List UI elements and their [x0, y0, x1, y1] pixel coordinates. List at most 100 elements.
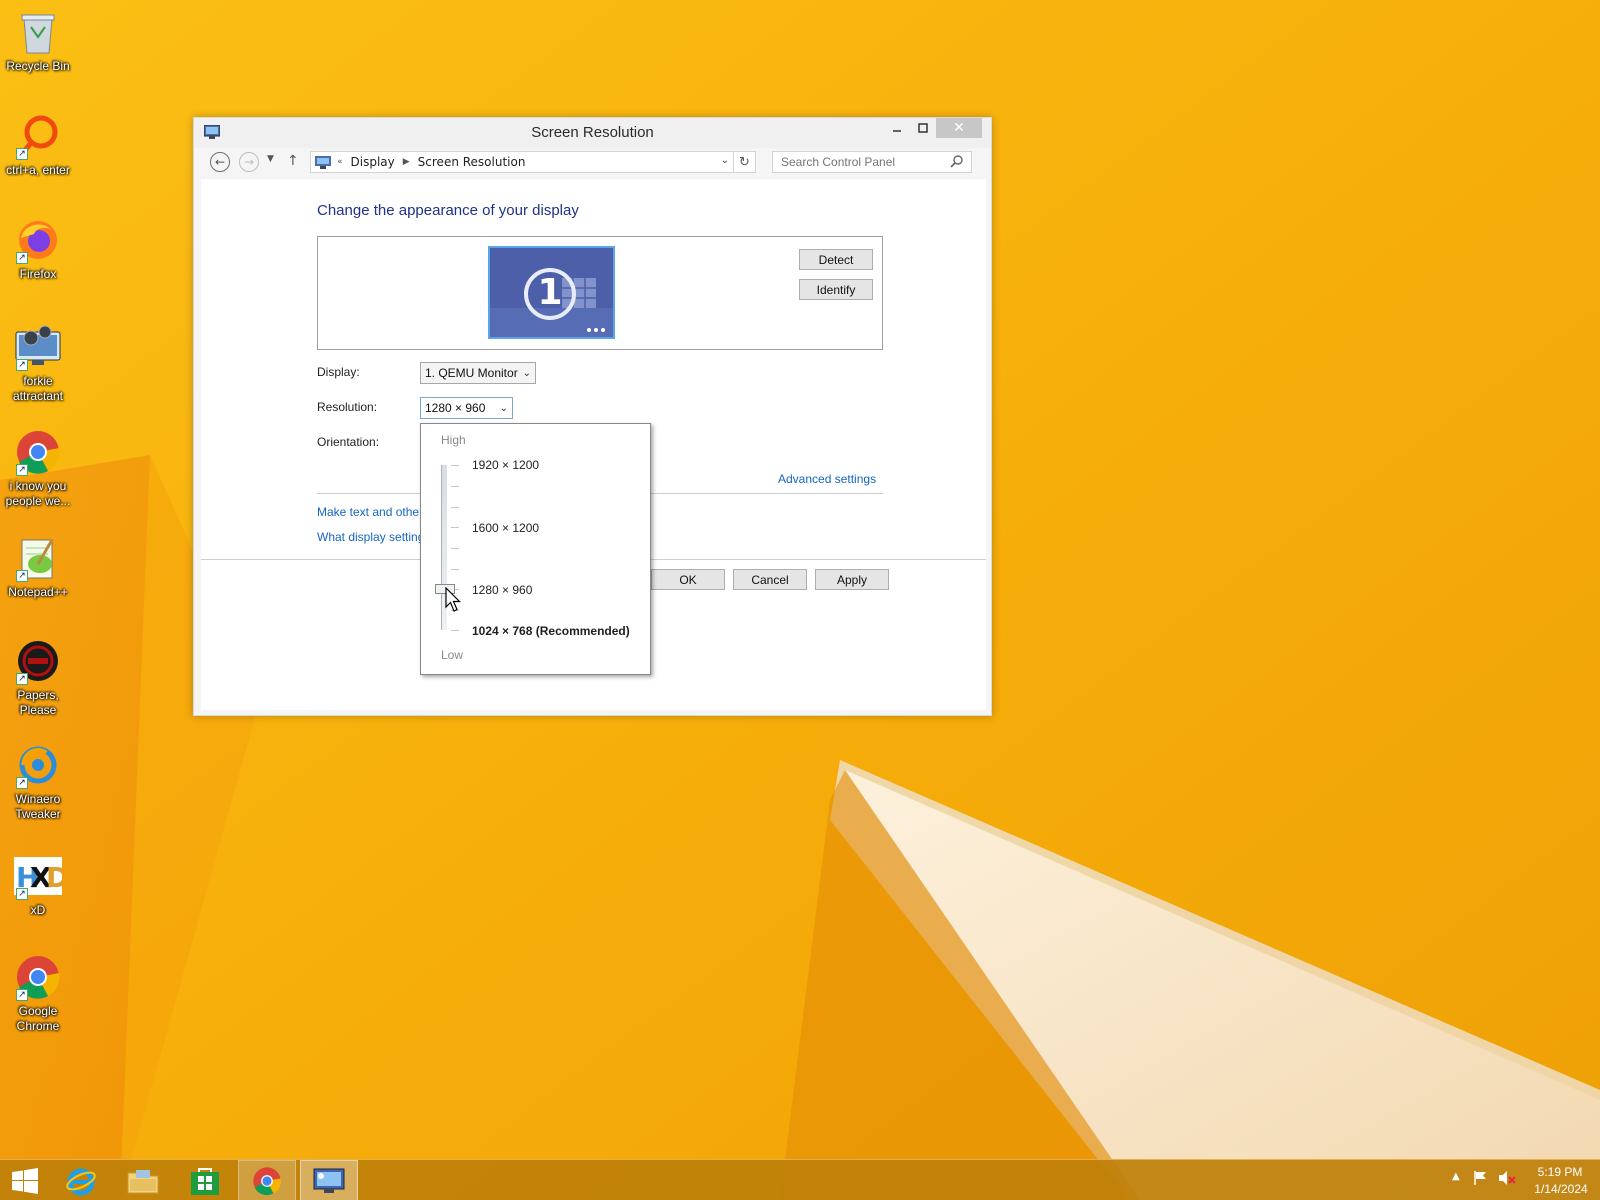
monitor-number: 1 [537, 272, 563, 313]
desktop-icon-papers-please[interactable]: ↗ Papers, Please [2, 637, 74, 718]
resolution-dropdown-popup: High 1920 × 1200 1600 × 1200 1280 × 960 … [420, 423, 651, 675]
slider-tick [451, 527, 459, 528]
display-select[interactable]: 1. QEMU Monitor ⌄ [420, 362, 536, 384]
shortcut-arrow-icon: ↗ [16, 359, 28, 371]
taskbar-file-explorer[interactable] [114, 1160, 172, 1200]
resolution-option-1024x768-recommended[interactable]: 1024 × 768 (Recommended) [472, 624, 630, 638]
desktop-icon-label: Recycle Bin [6, 59, 70, 73]
chrome-icon: ↗ [14, 428, 62, 476]
search-magnifier-icon: ↗ [14, 112, 62, 160]
cancel-button[interactable]: Cancel [733, 569, 807, 590]
desktop-icon-winaero-tweaker[interactable]: ↗ Winaero Tweaker [2, 741, 74, 822]
desktop-icon-label: forkie attractant [12, 374, 64, 403]
shortcut-arrow-icon: ↗ [16, 570, 28, 582]
text-size-link[interactable]: Make text and other [317, 505, 427, 519]
desktop-icon-recycle-bin[interactable]: Recycle Bin [2, 8, 74, 74]
chevron-right-icon: ▶ [402, 157, 410, 167]
desktop-icon-notepad-plus-plus[interactable]: ↗ Notepad++ [2, 534, 74, 600]
clock-time[interactable]: 5:19 PM [1535, 1165, 1585, 1179]
chrome-icon [253, 1166, 281, 1195]
advanced-settings-link[interactable]: Advanced settings [778, 472, 876, 486]
monitor-arrangement-area: 1 Detect Identify [317, 236, 883, 350]
desktop-icon-label: Firefox [19, 267, 57, 281]
identify-button[interactable]: Identify [799, 279, 873, 300]
desktop-icon-ctrl-a-enter[interactable]: ↗ ctrl+a, enter [2, 112, 74, 178]
start-button[interactable] [0, 1160, 50, 1200]
shortcut-arrow-icon: ↗ [16, 464, 28, 476]
address-bar[interactable]: « Display ▶ Screen Resolution ⌄ [310, 151, 734, 173]
ok-button[interactable]: OK [651, 569, 725, 590]
papers-please-icon: ↗ [14, 637, 62, 685]
winaero-tweaker-icon: ↗ [14, 741, 62, 789]
search-input[interactable] [772, 151, 972, 173]
recent-locations-button[interactable]: ▼ [267, 154, 274, 164]
windows-logo-icon [12, 1167, 38, 1194]
desktop-icon-google-chrome[interactable]: ↗ Google Chrome [2, 953, 74, 1034]
navigation-bar: ← → ▼ ↑ « Display ▶ Screen Resolution ⌄ … [194, 148, 991, 180]
arrow-left-icon: ← [214, 155, 226, 169]
slider-low-label: Low [441, 648, 464, 662]
chevron-down-icon[interactable]: ⌄ [721, 155, 729, 166]
forward-button[interactable]: → [239, 152, 259, 172]
desktop-icon-firefox[interactable]: ↗ Firefox [2, 216, 74, 282]
taskbar-internet-explorer[interactable] [52, 1160, 110, 1200]
computer-settings-icon: ↗ [14, 323, 62, 371]
desktop-icon-label: ctrl+a, enter [6, 163, 70, 177]
chrome-icon: ↗ [14, 953, 62, 1001]
maximize-button[interactable] [910, 118, 936, 138]
apply-button[interactable]: Apply [815, 569, 889, 590]
slider-tick [451, 548, 459, 549]
show-hidden-icons-chevron-icon[interactable]: ▲ [1452, 1171, 1460, 1182]
up-button[interactable]: ↑ [287, 153, 299, 169]
desktop-icon-xd[interactable]: H X D ↗ xD [2, 852, 74, 918]
window-titlebar[interactable]: Screen Resolution ✕ [194, 118, 991, 148]
desktop-icon-forkie-attractant[interactable]: ↗ forkie attractant [2, 323, 74, 404]
breadcrumb-display[interactable]: Display [351, 155, 395, 169]
desktop-icon-label: Notepad++ [8, 585, 68, 599]
display-control-panel-icon [313, 1168, 345, 1193]
recycle-bin-icon [14, 8, 62, 56]
shortcut-arrow-icon: ↗ [16, 673, 28, 685]
arrow-right-icon: → [243, 155, 255, 169]
window-title: Screen Resolution [531, 124, 654, 141]
svg-text:D: D [46, 861, 62, 894]
monitor-1-tile[interactable]: 1 [488, 246, 615, 339]
breadcrumb-overflow[interactable]: « [337, 157, 343, 167]
resolution-option-1600x1200[interactable]: 1600 × 1200 [472, 521, 539, 535]
taskbar-screen-resolution[interactable] [300, 1160, 358, 1200]
desktop-icon-i-know-you-people[interactable]: ↗ i know you people we... [2, 428, 74, 509]
hxd-hex-editor-icon: H X D ↗ [14, 852, 62, 900]
notepad-plus-plus-icon: ↗ [14, 534, 62, 582]
refresh-button[interactable]: ↻ [734, 151, 756, 173]
search-icon[interactable] [950, 154, 964, 168]
resolution-option-1920x1200[interactable]: 1920 × 1200 [472, 458, 539, 472]
detect-button[interactable]: Detect [799, 249, 873, 270]
action-center-flag-icon[interactable] [1473, 1170, 1489, 1186]
slider-tick [451, 630, 459, 631]
firefox-icon: ↗ [14, 216, 62, 264]
resolution-option-1280x960[interactable]: 1280 × 960 [472, 583, 532, 597]
volume-muted-icon[interactable] [1498, 1170, 1516, 1186]
slider-high-label: High [441, 433, 466, 447]
display-settings-help-link[interactable]: What display setting [317, 530, 427, 544]
taskbar: ▲ 5:19 PM 1/14/2024 [0, 1159, 1600, 1200]
breadcrumb-screen-resolution[interactable]: Screen Resolution [418, 155, 526, 169]
resolution-select[interactable]: 1280 × 960 ⌄ [420, 397, 513, 419]
minimize-button[interactable] [884, 118, 910, 138]
slider-tick [451, 465, 459, 466]
clock-date[interactable]: 1/14/2024 [1530, 1182, 1592, 1196]
minimize-icon [893, 130, 901, 132]
back-button[interactable]: ← [210, 152, 230, 172]
slider-tick [451, 507, 459, 508]
close-button[interactable]: ✕ [936, 118, 982, 138]
maximize-icon [918, 123, 928, 133]
slider-tick [451, 486, 459, 487]
taskbar-store[interactable] [176, 1160, 234, 1200]
display-label: Display: [317, 365, 360, 379]
chevron-down-icon: ▼ [267, 154, 274, 164]
page-title: Change the appearance of your display [317, 202, 579, 219]
desktop-icon-label: i know you people we... [5, 479, 71, 508]
taskbar-google-chrome[interactable] [238, 1160, 296, 1200]
shortcut-arrow-icon: ↗ [16, 888, 28, 900]
resolution-select-value: 1280 × 960 [425, 401, 486, 415]
